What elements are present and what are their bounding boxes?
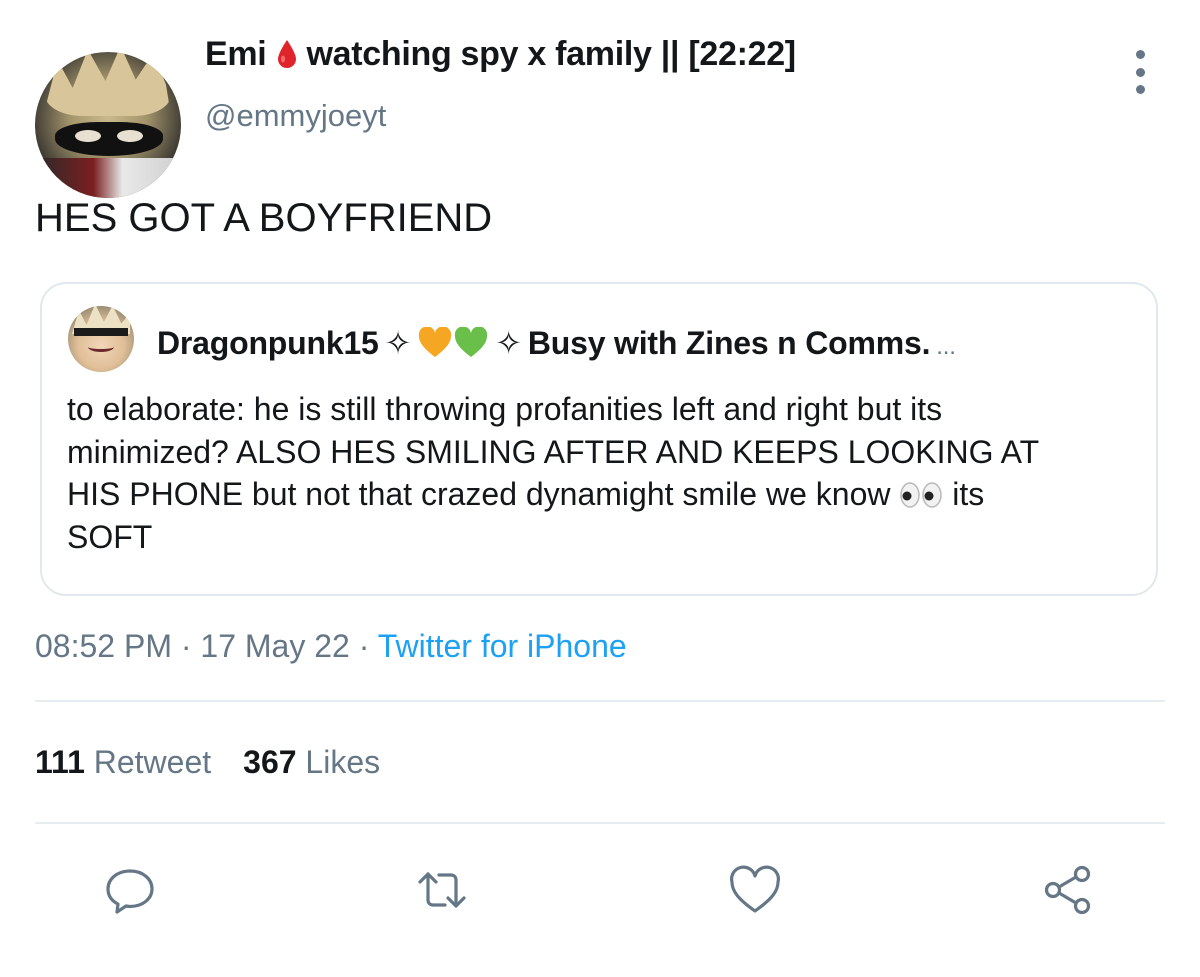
quoted-text-line: to elaborate: he is still throwing profa… [67, 391, 943, 427]
divider [35, 822, 1165, 824]
tweet-time: 08:52 PM [35, 628, 172, 664]
tweet-stats: 111 Retweet 367 Likes [35, 744, 380, 781]
green-heart-icon [455, 327, 488, 357]
author-handle[interactable]: @emmyjoeyt [205, 98, 386, 134]
avatar-mask [55, 122, 163, 156]
heart-icon [730, 865, 780, 913]
avatar-hair [45, 52, 171, 116]
more-options-icon[interactable] [1125, 50, 1155, 94]
eyes-emoji-icon [900, 482, 943, 508]
quoted-text-line: SOFT [67, 518, 153, 555]
retweet-button[interactable] [414, 862, 470, 918]
quoted-avatar-mouth [88, 342, 114, 352]
author-display-name[interactable]: Emi watching spy x family || [22:22] [205, 35, 796, 74]
quoted-tweet-card[interactable]: Dragonpunk15 ✧ ✧ Busy with Zines n Comms...… [40, 282, 1158, 596]
quoted-text-line: HIS PHONE but not that crazed dynamight … [67, 473, 1127, 516]
sparkle-icon: ✧ [384, 325, 412, 361]
tweet-source-link[interactable]: Twitter for iPhone [378, 628, 627, 664]
quoted-text-segment: its [952, 476, 985, 512]
tweet-meta: 08:52 PM · 17 May 22 · Twitter for iPhon… [35, 628, 627, 665]
menu-dot [1135, 67, 1145, 77]
like-label: Likes [305, 744, 381, 780]
retweet-label: Retweet [93, 744, 212, 780]
tweet-detail: Emi watching spy x family || [22:22] @emm… [0, 0, 1200, 977]
share-button[interactable] [1040, 862, 1096, 918]
meta-separator: · [358, 628, 370, 664]
author-avatar[interactable] [35, 52, 181, 198]
quoted-avatar-band [74, 328, 128, 336]
menu-dot [1135, 85, 1145, 94]
divider [35, 700, 1165, 702]
quoted-author-avatar [68, 306, 134, 372]
tweet-date: 17 May 22 [200, 628, 350, 664]
avatar-eye [75, 130, 101, 142]
quoted-name-end: Busy with Zines n Comms. [527, 325, 931, 361]
avatar-costume [35, 158, 181, 198]
like-stat[interactable]: 367 Likes [243, 744, 380, 780]
quoted-text-segment: HIS PHONE but not that crazed dynamight … [67, 476, 891, 512]
retweet-stat[interactable]: 111 Retweet [35, 744, 211, 780]
quoted-author-name: Dragonpunk15 ✧ ✧ Busy with Zines n Comms...… [157, 324, 956, 362]
sparkle-icon: ✧ [495, 325, 522, 361]
share-icon [1044, 865, 1091, 915]
orange-heart-icon [419, 327, 452, 357]
reply-button[interactable] [102, 862, 158, 918]
meta-separator: · [180, 628, 192, 664]
quoted-text-line: minimized? ALSO HES SMILING AFTER AND KE… [67, 433, 1040, 470]
author-name: Emi [205, 35, 267, 73]
like-count: 367 [243, 744, 297, 780]
quoted-name-start: Dragonpunk15 [157, 325, 379, 361]
retweet-icon [418, 872, 466, 908]
like-button[interactable] [727, 862, 783, 918]
retweet-count: 111 [35, 744, 85, 780]
avatar-eye [117, 130, 143, 142]
author-name-suffix: watching spy x family || [22:22] [306, 35, 796, 73]
quoted-tweet-text: to elaborate: he is still throwing profa… [67, 388, 1127, 558]
menu-dot [1135, 50, 1145, 59]
reply-icon [106, 869, 154, 914]
blood-drop-icon [278, 40, 297, 68]
name-ellipsis: ... [936, 333, 956, 360]
tweet-text: HES GOT A BOYFRIEND [35, 196, 493, 240]
